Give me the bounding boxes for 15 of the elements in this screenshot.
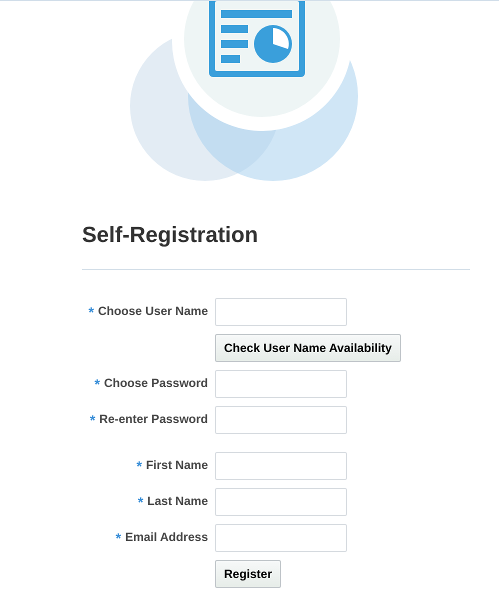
form-button[interactable]: Check User Name Availability bbox=[215, 334, 401, 362]
page-title: Self-Registration bbox=[82, 222, 260, 248]
input-field[interactable] bbox=[215, 488, 347, 516]
input-field[interactable] bbox=[215, 406, 347, 434]
form-button[interactable]: Register bbox=[215, 560, 282, 588]
field-label: * Re-enter Password bbox=[90, 412, 208, 428]
field-label: * Choose User Name bbox=[88, 304, 208, 320]
field-label: * First Name bbox=[136, 458, 208, 474]
field-label: * Last Name bbox=[138, 494, 208, 510]
input-field[interactable] bbox=[215, 370, 347, 398]
input-field[interactable] bbox=[215, 298, 347, 326]
input-field[interactable] bbox=[215, 452, 347, 480]
field-label: * Choose Password bbox=[94, 376, 208, 392]
field-label: * Email Address bbox=[116, 530, 208, 546]
input-field[interactable] bbox=[215, 524, 347, 552]
